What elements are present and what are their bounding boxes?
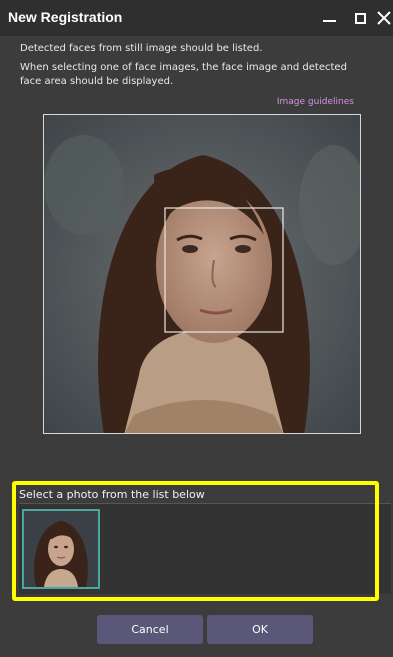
portrait-thumbnail-icon (24, 511, 98, 587)
title-bar[interactable]: New Registration (0, 0, 393, 36)
instruction-text-1: Detected faces from still image should b… (20, 43, 263, 54)
maximize-button[interactable] (349, 7, 371, 29)
face-photo (44, 115, 360, 433)
maximize-icon (354, 12, 366, 24)
close-icon (377, 11, 391, 25)
minimize-icon (322, 20, 336, 22)
instruction-text-2: When selecting one of face images, the f… (20, 62, 347, 87)
image-guidelines-link[interactable]: Image guidelines (277, 97, 354, 107)
photo-thumbnail[interactable] (22, 509, 100, 589)
photo-list-label: Select a photo from the list below (19, 488, 205, 501)
cancel-button[interactable]: Cancel (97, 615, 203, 644)
window-title: New Registration (8, 9, 123, 25)
minimize-button[interactable] (318, 7, 340, 29)
face-image-preview (43, 114, 361, 434)
ok-button[interactable]: OK (207, 615, 313, 644)
close-button[interactable] (373, 7, 393, 29)
photo-list[interactable] (19, 503, 391, 594)
registration-window: New Registration Detected faces from sti… (0, 0, 393, 657)
